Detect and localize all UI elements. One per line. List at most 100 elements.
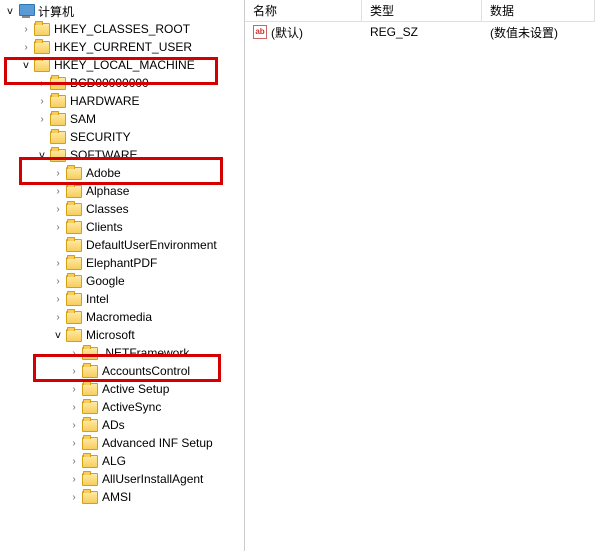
column-header-name[interactable]: 名称 — [245, 0, 362, 21]
tree-node-actsync[interactable]: › ActiveSync — [0, 398, 244, 416]
tree-node-hkcu[interactable]: › HKEY_CURRENT_USER — [0, 38, 244, 56]
tree-label: HKEY_CLASSES_ROOT — [54, 22, 190, 36]
tree-node-security[interactable]: › SECURITY — [0, 128, 244, 146]
tree-node-macromedia[interactable]: › Macromedia — [0, 308, 244, 326]
tree-label: ElephantPDF — [86, 256, 157, 270]
chevron-right-icon[interactable]: › — [36, 78, 48, 89]
folder-icon — [82, 437, 98, 450]
chevron-down-icon[interactable]: ⅴ — [52, 330, 64, 341]
tree-node-software[interactable]: ⅴ SOFTWARE — [0, 146, 244, 164]
tree-label: AMSI — [102, 490, 131, 504]
chevron-right-icon[interactable]: › — [68, 420, 80, 431]
chevron-right-icon[interactable]: › — [52, 204, 64, 215]
folder-icon — [82, 347, 98, 360]
folder-icon — [82, 419, 98, 432]
column-header-type[interactable]: 类型 — [362, 0, 482, 21]
tree-label: Clients — [86, 220, 123, 234]
tree-node-hardware[interactable]: › HARDWARE — [0, 92, 244, 110]
tree-label: DefaultUserEnvironment — [86, 238, 217, 252]
tree-node-alphase[interactable]: › Alphase — [0, 182, 244, 200]
tree-node-netfw[interactable]: › .NETFramework — [0, 344, 244, 362]
tree-label: Active Setup — [102, 382, 169, 396]
chevron-right-icon[interactable]: › — [68, 438, 80, 449]
chevron-right-icon[interactable]: › — [68, 384, 80, 395]
tree-node-hkcr[interactable]: › HKEY_CLASSES_ROOT — [0, 20, 244, 38]
tree-label: ALG — [102, 454, 126, 468]
folder-icon — [50, 113, 66, 126]
chevron-down-icon[interactable]: ⅴ — [20, 60, 32, 71]
chevron-right-icon[interactable]: › — [52, 312, 64, 323]
tree-node-elephant[interactable]: › ElephantPDF — [0, 254, 244, 272]
tree-label: HARDWARE — [70, 94, 140, 108]
chevron-right-icon[interactable]: › — [68, 348, 80, 359]
chevron-right-icon[interactable]: › — [52, 168, 64, 179]
chevron-right-icon[interactable]: › — [52, 276, 64, 287]
folder-icon — [66, 221, 82, 234]
chevron-right-icon[interactable]: › — [52, 222, 64, 233]
tree-node-clients[interactable]: › Clients — [0, 218, 244, 236]
column-header-data[interactable]: 数据 — [482, 0, 595, 21]
tree-node-accctl[interactable]: › AccountsControl — [0, 362, 244, 380]
tree-node-classes[interactable]: › Classes — [0, 200, 244, 218]
chevron-right-icon[interactable]: › — [36, 96, 48, 107]
folder-icon — [66, 275, 82, 288]
tree-node-alg[interactable]: › ALG — [0, 452, 244, 470]
chevron-right-icon[interactable]: › — [68, 492, 80, 503]
chevron-right-icon[interactable]: › — [68, 456, 80, 467]
folder-icon — [66, 293, 82, 306]
tree-node-allusr[interactable]: › AllUserInstallAgent — [0, 470, 244, 488]
tree-label: Advanced INF Setup — [102, 436, 213, 450]
tree-label: AllUserInstallAgent — [102, 472, 203, 486]
value-data: (数值未设置) — [482, 24, 595, 41]
computer-icon — [18, 4, 34, 18]
tree-node-bcd[interactable]: › BCD00000000 — [0, 74, 244, 92]
tree-label: .NETFramework — [102, 346, 189, 360]
chevron-right-icon[interactable]: › — [20, 42, 32, 53]
folder-icon — [66, 311, 82, 324]
tree-node-ads[interactable]: › ADs — [0, 416, 244, 434]
tree-node-adobe[interactable]: › Adobe — [0, 164, 244, 182]
registry-tree[interactable]: ⅴ 计算机 › HKEY_CLASSES_ROOT › HKEY_CURRENT… — [0, 0, 245, 551]
chevron-right-icon[interactable]: › — [68, 366, 80, 377]
tree-node-microsoft[interactable]: ⅴ Microsoft — [0, 326, 244, 344]
folder-icon — [50, 95, 66, 108]
chevron-right-icon[interactable]: › — [20, 24, 32, 35]
folder-icon — [34, 41, 50, 54]
chevron-right-icon[interactable]: › — [68, 474, 80, 485]
chevron-right-icon[interactable]: › — [68, 402, 80, 413]
tree-label: Alphase — [86, 184, 129, 198]
tree-node-actset[interactable]: › Active Setup — [0, 380, 244, 398]
chevron-right-icon[interactable]: › — [52, 186, 64, 197]
folder-icon — [50, 131, 66, 144]
chevron-down-icon[interactable]: ⅴ — [36, 150, 48, 161]
tree-label: AccountsControl — [102, 364, 190, 378]
tree-label: Microsoft — [86, 328, 135, 342]
tree-node-sam[interactable]: › SAM — [0, 110, 244, 128]
tree-node-hklm[interactable]: ⅴ HKEY_LOCAL_MACHINE — [0, 56, 244, 74]
tree-label: Adobe — [86, 166, 121, 180]
registry-values-pane[interactable]: 名称 类型 数据 ab (默认) REG_SZ (数值未设置) — [245, 0, 595, 551]
chevron-right-icon[interactable]: › — [36, 114, 48, 125]
tree-node-google[interactable]: › Google — [0, 272, 244, 290]
tree-label: Classes — [86, 202, 129, 216]
value-type: REG_SZ — [362, 25, 482, 39]
list-header: 名称 类型 数据 — [245, 0, 595, 22]
folder-icon — [66, 257, 82, 270]
folder-icon — [82, 491, 98, 504]
tree-label: SECURITY — [70, 130, 131, 144]
folder-icon — [66, 203, 82, 216]
folder-icon — [82, 365, 98, 378]
tree-node-due[interactable]: › DefaultUserEnvironment — [0, 236, 244, 254]
list-row[interactable]: ab (默认) REG_SZ (数值未设置) — [245, 22, 595, 42]
tree-node-advinf[interactable]: › Advanced INF Setup — [0, 434, 244, 452]
tree-node-intel[interactable]: › Intel — [0, 290, 244, 308]
chevron-right-icon[interactable]: › — [52, 294, 64, 305]
string-value-icon: ab — [253, 25, 267, 39]
tree-label: BCD00000000 — [70, 76, 149, 90]
tree-node-computer[interactable]: ⅴ 计算机 — [0, 2, 244, 20]
folder-icon — [82, 401, 98, 414]
tree-label: ActiveSync — [102, 400, 161, 414]
chevron-down-icon[interactable]: ⅴ — [4, 6, 16, 17]
chevron-right-icon[interactable]: › — [52, 258, 64, 269]
tree-node-amsi[interactable]: › AMSI — [0, 488, 244, 506]
